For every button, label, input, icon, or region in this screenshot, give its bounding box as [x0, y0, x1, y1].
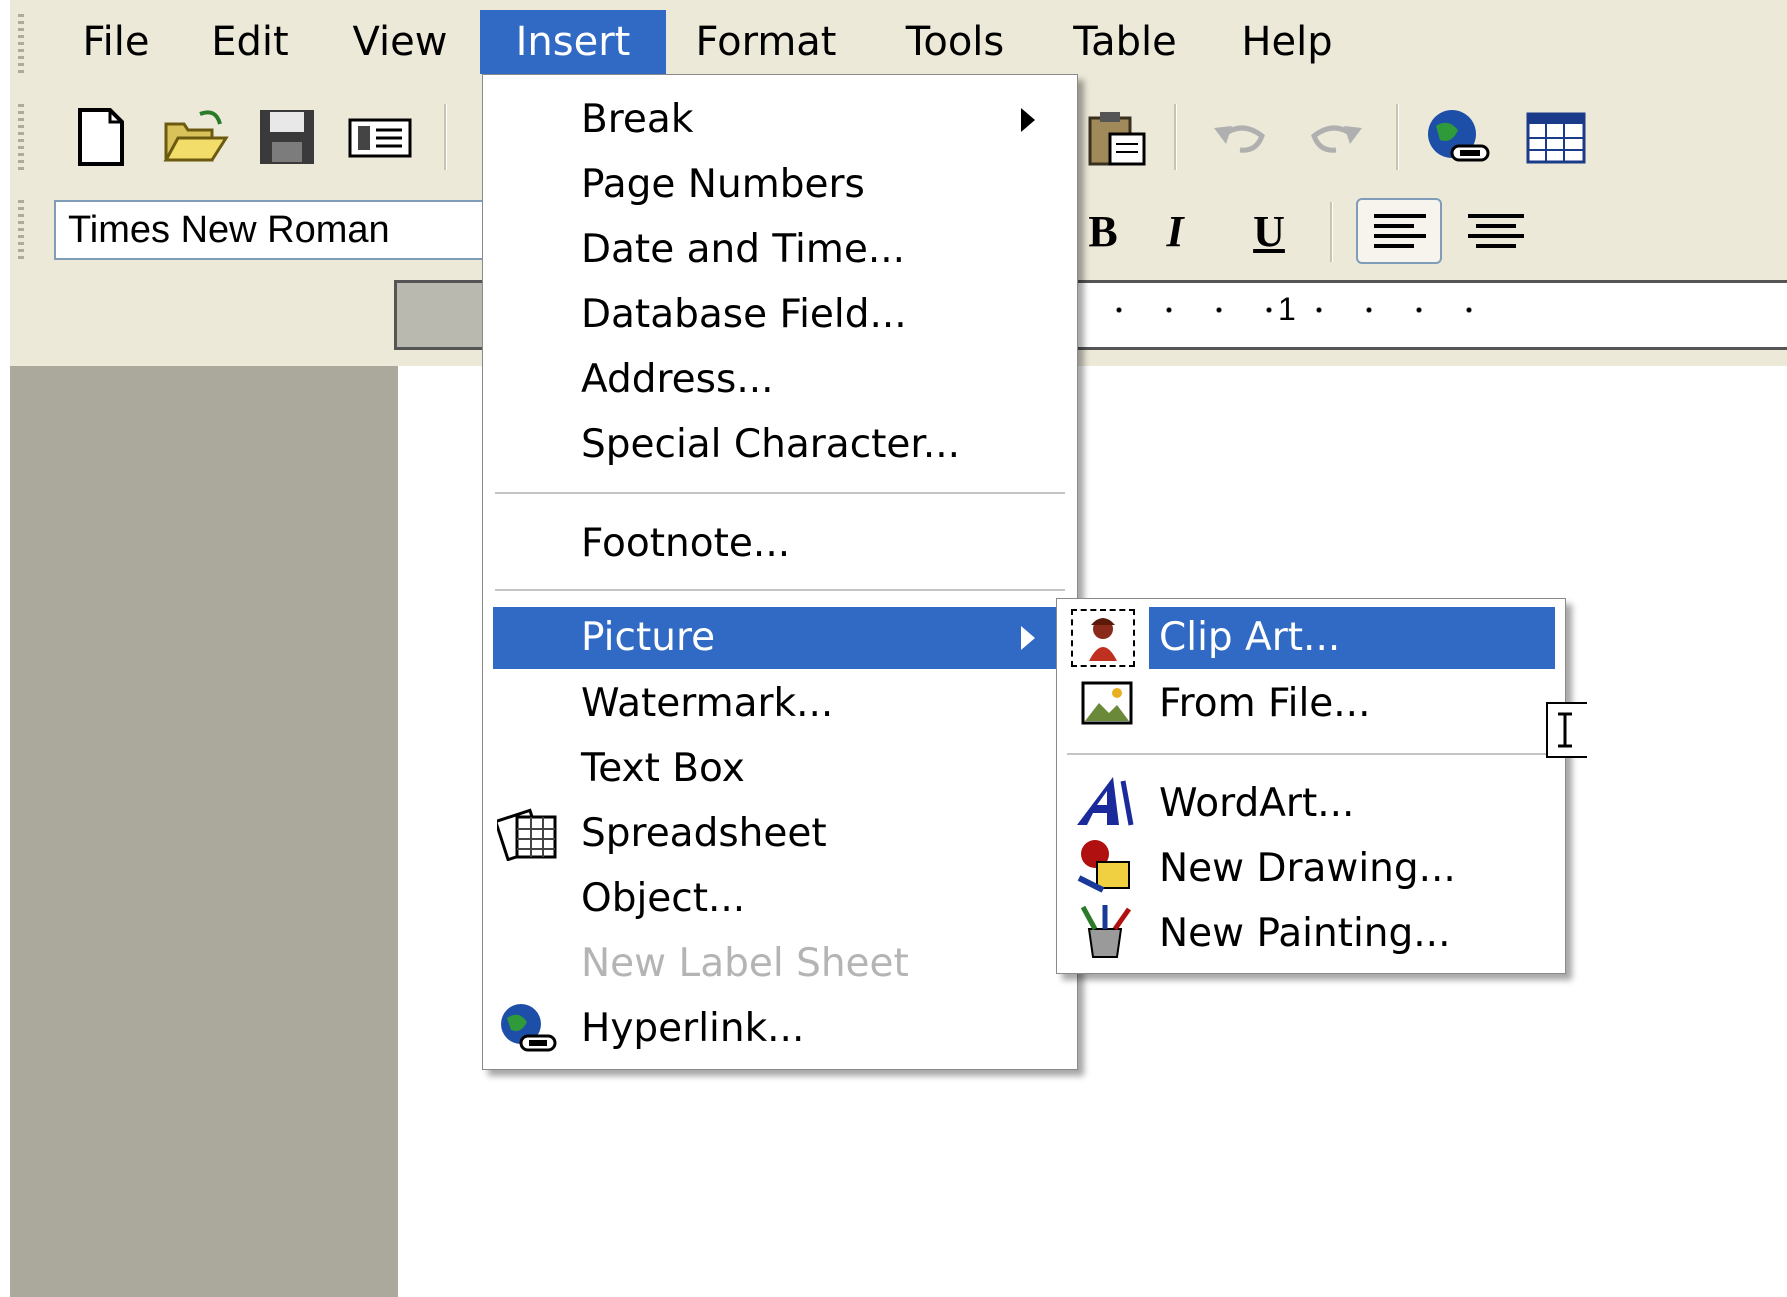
menu-item-new-label-sheet: New Label Sheet — [483, 933, 1073, 995]
wordart-icon — [1073, 773, 1135, 829]
menu-item-label: WordArt... — [1159, 781, 1355, 826]
menu-item-footnote[interactable]: Footnote... — [483, 513, 1073, 575]
menu-item-wordart[interactable]: WordArt... — [1063, 773, 1557, 835]
menu-item-text-box[interactable]: Text Box — [483, 738, 1073, 800]
menu-item-label: Watermark... — [581, 681, 834, 726]
globe-link-icon — [497, 1000, 559, 1056]
menu-item-object[interactable]: Object... — [483, 868, 1073, 930]
align-center-button[interactable] — [1456, 198, 1536, 264]
submenu-arrow-icon — [1021, 626, 1035, 650]
new-document-icon[interactable] — [66, 104, 136, 170]
fax-icon[interactable] — [344, 104, 414, 170]
align-left-icon — [1374, 214, 1426, 248]
menu-item-clip-art[interactable]: Clip Art... — [1063, 607, 1557, 669]
menu-item-label: Address... — [581, 357, 774, 402]
hyperlink-icon[interactable] — [1422, 104, 1492, 170]
menu-item-label: Object... — [581, 876, 746, 921]
menu-item-label: Database Field... — [581, 292, 907, 337]
clip-art-icon — [1071, 609, 1135, 667]
menu-insert[interactable]: Insert — [480, 10, 666, 74]
menu-item-label: Picture — [581, 615, 716, 660]
menu-item-label: Footnote... — [581, 521, 791, 566]
menu-separator — [495, 589, 1065, 591]
menu-format[interactable]: Format — [686, 10, 846, 74]
menu-item-label: New Drawing... — [1159, 846, 1456, 891]
menu-item-hyperlink[interactable]: Hyperlink... — [483, 998, 1073, 1060]
toolbar-separator — [1330, 202, 1333, 262]
menu-item-address[interactable]: Address... — [483, 349, 1073, 411]
underline-button[interactable]: U — [1234, 202, 1304, 262]
menu-item-label: From File... — [1159, 681, 1371, 726]
document-gray-margin — [10, 366, 398, 1297]
menu-item-label: Date and Time... — [581, 227, 906, 272]
drawing-icon — [1073, 838, 1135, 894]
menu-item-break[interactable]: Break — [483, 89, 1073, 151]
toolbar-separator — [444, 104, 447, 170]
menu-item-label: Special Character... — [581, 422, 961, 467]
toolbar-separator — [1396, 104, 1399, 170]
menu-item-page-numbers[interactable]: Page Numbers — [483, 154, 1073, 216]
menu-item-label: Clip Art... — [1149, 607, 1555, 669]
menu-item-special-character[interactable]: Special Character... — [483, 414, 1073, 476]
menu-item-label: Hyperlink... — [581, 1006, 805, 1051]
menu-item-picture[interactable]: Picture — [493, 607, 1057, 669]
menu-help[interactable]: Help — [1232, 10, 1342, 74]
picture-submenu: Clip Art... From File... WordArt... New … — [1056, 598, 1566, 974]
menu-item-label: New Label Sheet — [581, 941, 909, 986]
menu-item-label: Page Numbers — [581, 162, 865, 207]
menu-item-from-file[interactable]: From File... — [1063, 673, 1557, 735]
menu-separator — [1067, 753, 1557, 755]
menu-item-label: New Painting... — [1159, 911, 1451, 956]
menu-file[interactable]: File — [66, 10, 166, 74]
menubar-grip[interactable] — [18, 14, 24, 74]
toolbar-separator — [1174, 104, 1177, 170]
bold-button[interactable]: B — [1068, 202, 1138, 262]
menu-item-label: Spreadsheet — [581, 811, 827, 856]
menu-view[interactable]: View — [340, 10, 460, 74]
menu-item-date-time[interactable]: Date and Time... — [483, 219, 1073, 281]
undo-icon[interactable] — [1206, 104, 1276, 170]
image-file-icon — [1077, 677, 1139, 733]
ruler-ticks — [1094, 307, 1494, 313]
submenu-arrow-icon — [1021, 108, 1035, 132]
toolbar-grip[interactable] — [18, 200, 24, 260]
table-icon[interactable] — [1518, 104, 1588, 170]
paste-icon[interactable] — [1080, 104, 1150, 170]
open-folder-icon[interactable] — [160, 104, 230, 170]
italic-button[interactable]: I — [1140, 202, 1210, 262]
menu-item-label: Text Box — [581, 746, 745, 791]
painting-icon — [1073, 903, 1135, 959]
menu-item-watermark[interactable]: Watermark... — [483, 673, 1073, 735]
save-icon[interactable] — [252, 104, 322, 170]
menu-item-spreadsheet[interactable]: Spreadsheet — [483, 803, 1073, 865]
menu-table[interactable]: Table — [1060, 10, 1190, 74]
align-left-button[interactable] — [1356, 198, 1442, 264]
menu-tools[interactable]: Tools — [890, 10, 1020, 74]
align-center-icon — [1468, 214, 1524, 248]
toolbar-grip[interactable] — [18, 104, 24, 170]
menu-item-database-field[interactable]: Database Field... — [483, 284, 1073, 346]
redo-icon[interactable] — [1300, 104, 1370, 170]
menu-edit[interactable]: Edit — [200, 10, 300, 74]
menu-separator — [495, 492, 1065, 494]
menu-item-new-painting[interactable]: New Painting... — [1063, 903, 1557, 965]
i-beam-cursor-icon — [1546, 702, 1587, 758]
spreadsheet-icon — [493, 805, 559, 862]
insert-menu: Break Page Numbers Date and Time... Data… — [482, 74, 1078, 1070]
menu-item-new-drawing[interactable]: New Drawing... — [1063, 838, 1557, 900]
menu-item-label: Break — [581, 97, 694, 142]
